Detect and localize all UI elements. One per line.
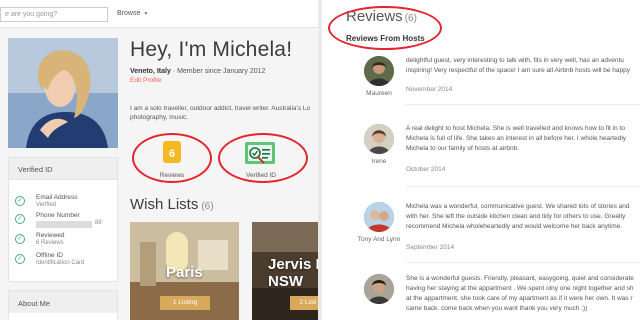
review-line: having her staying at the appartment . W… <box>406 285 634 292</box>
about-me-panel: About Me <box>8 290 118 320</box>
review-line: A real delight to host Michela. She is w… <box>406 125 625 132</box>
wish-list-title: Paris <box>166 264 203 281</box>
review-line: delightful guest, very interesting to ta… <box>406 57 624 64</box>
wish-list-title: Jervis B NSW <box>268 256 318 290</box>
reviewer-avatar-image <box>364 56 394 86</box>
wish-list-card[interactable]: Jervis B NSW 2 Listi <box>252 222 318 320</box>
bio-line: I am a solo traveller, outdoor addict, t… <box>130 105 311 112</box>
member-since: · Member since January 2012 <box>170 68 266 75</box>
verified-id-panel: Verified ID ✓ Email Address Verified ✓ P… <box>8 157 118 282</box>
verification-status: Verified <box>36 202 57 208</box>
review-separator <box>406 262 640 263</box>
review-date: October 2014 <box>406 166 446 173</box>
review-text: Michela was a wonderful, communicative g… <box>406 202 640 232</box>
annotation-circle-reviews-heading <box>328 6 442 50</box>
reviewer-avatar[interactable] <box>364 56 394 86</box>
top-nav-bar: e are you going? Browse ▼ <box>0 0 318 28</box>
review-text: delightful guest, very interesting to ta… <box>406 56 640 76</box>
wish-lists-heading: Wish Lists (6) <box>130 196 214 213</box>
review-line: Michela is full of life. She takes an in… <box>406 135 627 142</box>
search-input[interactable]: e are you going? <box>0 7 108 22</box>
review-separator <box>406 186 640 187</box>
edit-profile-link[interactable]: Edit Profile <box>130 77 161 84</box>
review-text: She is a wonderful guests. Friendly, ple… <box>406 274 640 314</box>
review-line: inspiring! Very respectful of the space!… <box>406 67 631 74</box>
browse-menu[interactable]: Browse ▼ <box>117 10 148 17</box>
verification-label: Offline ID <box>36 252 63 259</box>
annotation-circle-verified <box>218 133 308 183</box>
wish-list-card[interactable]: Paris 1 Listing <box>130 222 239 320</box>
browse-label: Browse <box>117 10 141 17</box>
profile-meta: Veneto, Italy · Member since January 201… <box>130 68 265 75</box>
review-line: She is a wonderful guests. Friendly, ple… <box>406 275 634 282</box>
profile-photo-image <box>8 38 118 148</box>
wish-lists-count: (6) <box>201 201 214 212</box>
review-line: at the appartment. she took care of my a… <box>406 295 633 302</box>
review-text: A real delight to host Michela. She is w… <box>406 124 640 154</box>
profile-photo <box>8 38 118 148</box>
redacted-phone-number <box>36 221 92 228</box>
verification-status: Identification Card <box>36 260 85 266</box>
verification-label: Email Address <box>36 194 78 201</box>
wish-list-listing-count: 2 Listi <box>290 296 318 310</box>
profile-panel: e are you going? Browse ▼ Hey, I'm Michel… <box>0 0 318 320</box>
reviewer-name[interactable]: Tony And Lynn <box>352 236 406 244</box>
profile-location: Veneto, Italy <box>130 68 171 75</box>
reviewer-avatar-image <box>364 274 394 304</box>
wish-lists-title: Wish Lists <box>130 196 199 213</box>
review-separator <box>406 104 640 105</box>
check-circle-icon: ✓ <box>15 196 25 206</box>
profile-bio: I am a solo traveller, outdoor addict, t… <box>130 104 318 122</box>
reviewer-name[interactable]: Maureen <box>352 90 406 98</box>
about-me-title: About Me <box>9 291 117 313</box>
review-line: recommend Michela wholeheartedly and wou… <box>406 223 623 230</box>
bio-line: photography, music. <box>130 114 189 121</box>
review-line: with her. She left the outside kitchen c… <box>406 213 626 220</box>
chevron-down-icon: ▼ <box>143 11 149 17</box>
profile-greeting: Hey, I'm Michela! <box>130 38 293 61</box>
verified-id-panel-title: Verified ID <box>9 158 117 180</box>
verification-label: Reviewed <box>36 232 65 239</box>
reviewer-avatar[interactable] <box>364 124 394 154</box>
reviews-panel: Reviews (6) Reviews From Hosts Maureen de… <box>322 0 640 320</box>
reviewer-avatar-image <box>364 124 394 154</box>
verification-label: Phone Number <box>36 212 80 219</box>
reviewer-avatar-image <box>364 202 394 232</box>
verification-status: 6 Reviews <box>36 240 64 246</box>
check-circle-icon: ✓ <box>15 234 25 244</box>
review-line: Michela was a wonderful, communicative g… <box>406 203 630 210</box>
review-date: September 2014 <box>406 244 455 251</box>
verification-status: 88 <box>95 220 102 226</box>
wish-list-listing-count: 1 Listing <box>160 296 210 310</box>
review-date: November 2014 <box>406 86 453 93</box>
check-circle-icon: ✓ <box>15 214 25 224</box>
check-circle-icon: ✓ <box>15 254 25 264</box>
reviewer-avatar[interactable] <box>364 202 394 232</box>
annotation-circle-reviews <box>132 133 212 183</box>
reviewer-avatar[interactable] <box>364 274 394 304</box>
review-line: came back. come back when you want thank… <box>406 305 588 312</box>
reviewer-name[interactable]: Irene <box>352 158 406 166</box>
review-line: Michela to our family of hosts at airbnb… <box>406 145 520 152</box>
